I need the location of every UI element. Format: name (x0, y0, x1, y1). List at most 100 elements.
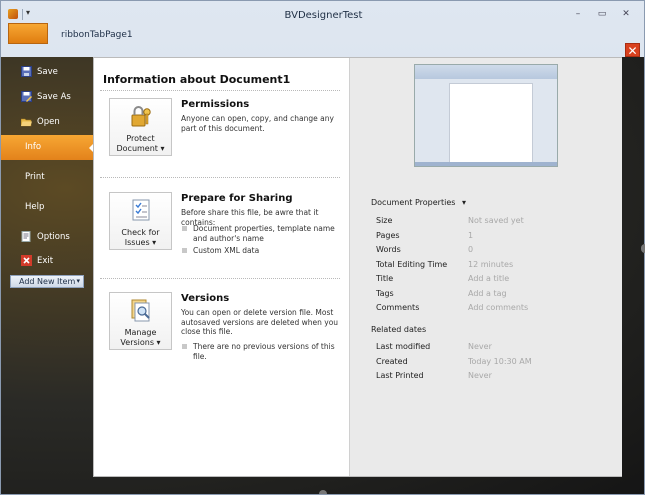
property-key: Last modified (376, 342, 431, 351)
preview-ribbon (415, 65, 557, 79)
nav-item-label: Help (25, 202, 45, 212)
preview-status-bar (415, 162, 557, 166)
protect-document-button[interactable]: Protect Document ▾ (109, 98, 172, 156)
backstage-close-button[interactable]: ✕ (625, 43, 640, 58)
checklist-icon (130, 199, 152, 223)
preview-page (449, 83, 533, 163)
property-row: Created Today 10:30 AM (376, 357, 616, 369)
window-title: BVDesignerTest (284, 10, 363, 21)
property-key: Title (376, 274, 394, 283)
title-bar: ▾ BVDesignerTest – ▭ ✕ (1, 1, 644, 27)
nav-item-print[interactable]: Print (1, 166, 93, 188)
nav-item-options[interactable]: Options (1, 226, 93, 248)
bullet-icon (182, 248, 187, 253)
resize-grip-bottom[interactable] (319, 490, 327, 494)
add-new-item-dropdown[interactable]: Add New Item ▾ (10, 275, 84, 288)
button-label: Issues ▾ (124, 238, 157, 247)
nav-item-label: Save (37, 67, 58, 77)
document-properties-label: Document Properties (371, 198, 456, 207)
save-icon (21, 66, 32, 77)
button-label: Document ▾ (116, 144, 165, 153)
open-folder-icon (20, 116, 32, 127)
application-window: ▾ BVDesignerTest – ▭ ✕ ribbonTabPage1 ✕ … (0, 0, 645, 495)
bullet-icon (182, 226, 187, 231)
nav-item-save-as[interactable]: Save As (1, 86, 93, 108)
sharing-heading: Prepare for Sharing (181, 193, 293, 204)
close-window-button[interactable]: ✕ (618, 8, 634, 20)
nav-item-label: Options (37, 232, 70, 242)
magnifier-document-icon (130, 299, 152, 323)
nav-item-label: Save As (37, 92, 71, 102)
property-value: Never (468, 342, 492, 351)
property-value: 12 minutes (468, 260, 514, 269)
restore-button[interactable]: ▭ (594, 8, 610, 20)
property-value: Not saved yet (468, 216, 524, 225)
list-item-text: There are no previous versions of this f… (193, 342, 335, 361)
chevron-down-icon: ▾ (76, 277, 80, 285)
document-properties-dropdown[interactable]: Document Properties ▾ (371, 198, 466, 207)
property-key: Comments (376, 303, 420, 312)
options-icon (21, 231, 32, 242)
nav-item-info[interactable]: Info (1, 135, 94, 160)
divider (100, 177, 340, 178)
add-new-item-label: Add New Item (19, 277, 76, 286)
button-label: Manage (124, 328, 157, 337)
versions-heading: Versions (181, 293, 230, 304)
property-key: Last Printed (376, 371, 424, 380)
backstage-view: Save Save As Open Info Print Help Option… (1, 57, 644, 494)
properties-column: Document Properties ▾ Size Not saved yet … (349, 58, 622, 476)
check-for-issues-button[interactable]: Check for Issues ▾ (109, 192, 172, 250)
nav-item-save[interactable]: Save (1, 61, 93, 83)
nav-item-open[interactable]: Open (1, 111, 93, 133)
property-key: Total Editing Time (376, 260, 448, 269)
list-item: Custom XML data (181, 246, 341, 256)
tab-ribbon-page1[interactable]: ribbonTabPage1 (61, 30, 133, 40)
nav-item-label: Exit (37, 256, 54, 266)
property-value: Never (468, 371, 492, 380)
property-value: 1 (468, 231, 474, 240)
backstage-nav: Save Save As Open Info Print Help Option… (1, 57, 94, 494)
button-label: Versions ▾ (120, 338, 161, 347)
tags-field[interactable]: Add a tag (468, 289, 507, 298)
exit-icon (21, 255, 32, 266)
property-row: Last Printed Never (376, 371, 616, 383)
title-field[interactable]: Add a title (468, 274, 509, 283)
info-left-column: Information about Document1 Protect Docu… (94, 58, 348, 476)
related-dates-heading: Related dates (371, 325, 427, 334)
property-row: Total Editing Time 12 minutes (376, 260, 616, 272)
divider (100, 90, 340, 91)
property-key: Created (376, 357, 408, 366)
property-row: Title Add a title (376, 274, 616, 286)
manage-versions-button[interactable]: Manage Versions ▾ (109, 292, 172, 350)
property-value: 0 (468, 245, 474, 254)
nav-item-label: Open (37, 117, 60, 127)
divider (100, 278, 340, 279)
button-label: Protect (126, 134, 155, 143)
nav-item-label: Info (25, 142, 42, 152)
bullet-icon (182, 344, 187, 349)
lock-key-icon (130, 105, 152, 129)
property-key: Words (376, 245, 401, 254)
nav-item-help[interactable]: Help (1, 196, 93, 218)
property-key: Pages (376, 231, 400, 240)
permissions-heading: Permissions (181, 99, 250, 110)
permissions-text: Anyone can open, copy, and change any pa… (181, 114, 334, 133)
chevron-down-icon: ▾ (461, 198, 466, 207)
list-item-text: Custom XML data (193, 246, 260, 255)
versions-text: You can open or delete version file. Mos… (181, 308, 339, 336)
nav-item-label: Print (25, 172, 45, 182)
property-row: Words 0 (376, 245, 616, 257)
property-row: Tags Add a tag (376, 289, 616, 301)
comments-field[interactable]: Add comments (468, 303, 528, 312)
file-tab[interactable] (8, 23, 48, 44)
property-row: Comments Add comments (376, 303, 616, 315)
property-key: Tags (376, 289, 394, 298)
list-item-text: Document properties, template name and a… (193, 224, 335, 243)
list-item: There are no previous versions of this f… (181, 342, 341, 361)
property-row: Last modified Never (376, 342, 616, 354)
document-preview (414, 64, 558, 167)
minimize-button[interactable]: – (570, 8, 586, 20)
nav-item-exit[interactable]: Exit (1, 250, 93, 272)
property-key: Size (376, 216, 393, 225)
resize-grip-right[interactable] (641, 244, 645, 253)
